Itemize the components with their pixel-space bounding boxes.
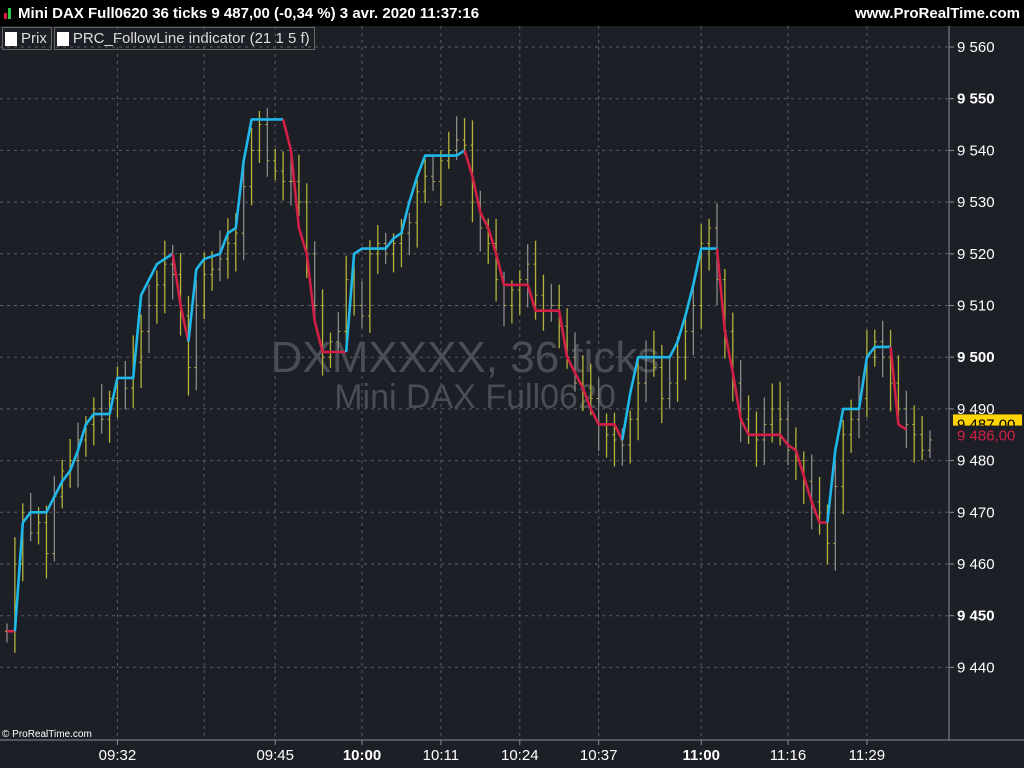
x-tick-label: 10:24: [501, 747, 539, 764]
price-tags: 9 487,009 486,00: [953, 414, 1022, 445]
y-tick-label: 9 440: [957, 659, 995, 676]
followline-up-segment: [344, 149, 466, 353]
y-tick-label: 9 500: [957, 349, 995, 366]
copyright-text: © ProRealTime.com: [2, 729, 92, 740]
y-tick-label: 9 470: [957, 504, 995, 521]
y-tick-label: 9 510: [957, 298, 995, 315]
y-tick-label: 9 540: [957, 142, 995, 159]
watermark-line2: Mini DAX Full0620: [334, 378, 616, 416]
y-tick-label: 9 450: [957, 608, 995, 625]
x-tick-label: 10:11: [423, 747, 459, 764]
y-tick-label: 9 520: [957, 246, 995, 263]
x-tick-label: 09:32: [99, 747, 137, 764]
y-tick-label: 9 460: [957, 556, 995, 573]
x-tick-label: 09:45: [256, 747, 294, 764]
indicator-value-label: 9 486,00: [957, 428, 1015, 445]
y-tick-label: 9 550: [957, 91, 995, 108]
price-chart[interactable]: DXMXXXX, 36 ticks Mini DAX Full0620 9 56…: [0, 0, 1024, 768]
x-tick-label: 10:37: [580, 747, 618, 764]
x-tick-label: 10:00: [343, 747, 381, 764]
x-tick-label: 11:29: [849, 747, 885, 764]
price-axis: 9 5609 5509 5409 5309 5209 5109 5009 490…: [949, 39, 995, 676]
watermark: DXMXXXX, 36 ticks Mini DAX Full0620: [271, 333, 660, 416]
y-tick-label: 9 560: [957, 39, 995, 56]
y-tick-label: 9 480: [957, 453, 995, 470]
time-axis: 09:32 09:45 10:00 10:11 10:24 10:37 11:00 11:16…: [99, 740, 885, 764]
followline-down-segment: [281, 119, 347, 354]
y-tick-label: 9 530: [957, 194, 995, 211]
x-tick-label: 11:00: [682, 747, 720, 764]
x-tick-label: 11:16: [770, 747, 806, 764]
